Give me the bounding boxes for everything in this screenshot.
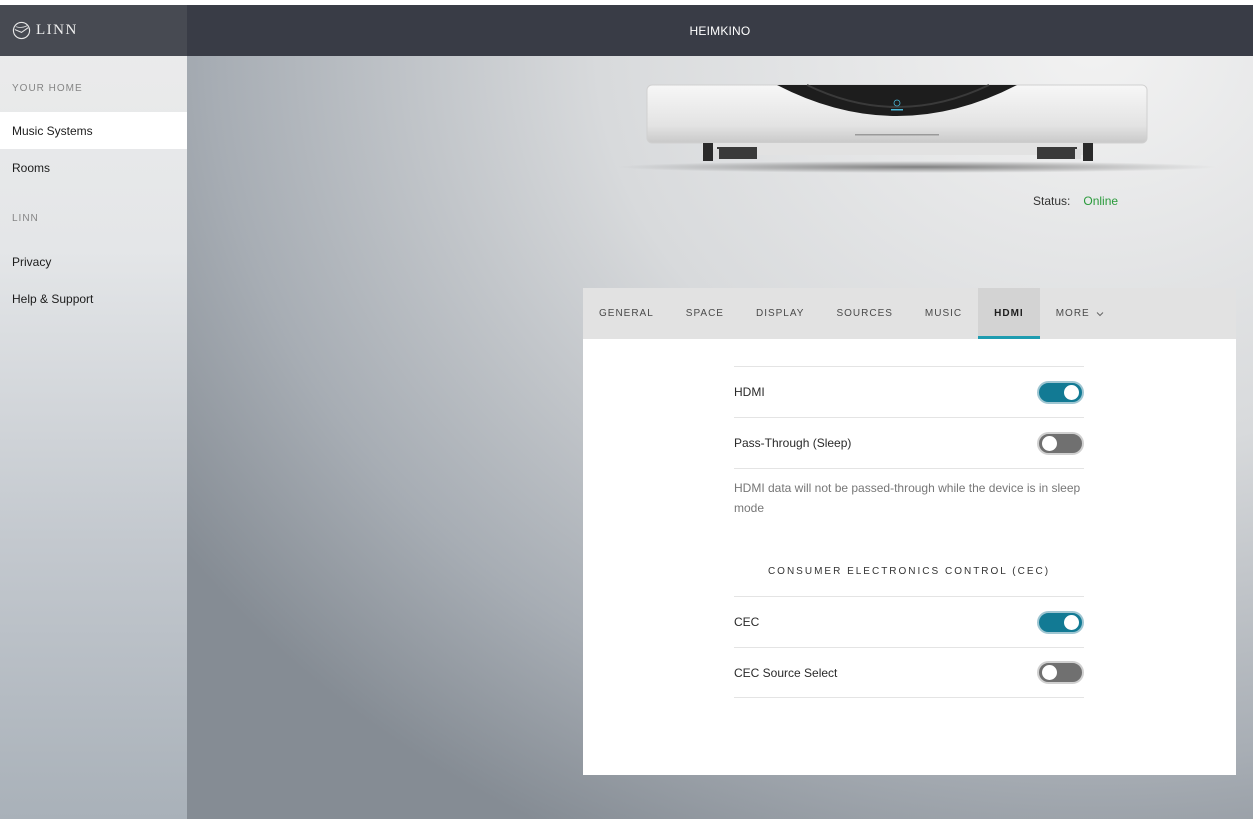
setting-row-hdmi: HDMI (734, 366, 1084, 417)
device-status: Status: Online (1033, 194, 1118, 208)
setting-row-passthrough: Pass-Through (Sleep) (734, 417, 1084, 468)
status-label: Status: (1033, 194, 1071, 208)
tab-sources[interactable]: SOURCES (820, 288, 908, 339)
sidebar-item-label: Rooms (12, 160, 51, 175)
tab-general[interactable]: GENERAL (583, 288, 670, 339)
hdmi-settings: HDMI Pass-Through (Sleep) HDMI data will… (734, 366, 1084, 698)
logo-text: LINN (36, 22, 78, 38)
tab-more[interactable]: MORE (1040, 288, 1120, 339)
cec-section-heading: CONSUMER ELECTRONICS CONTROL (CEC) (767, 566, 1051, 577)
cec-toggle[interactable] (1037, 610, 1084, 634)
tab-hdmi[interactable]: HDMI (978, 288, 1040, 339)
tab-label: MORE (1055, 308, 1090, 319)
tab-label: DISPLAY (755, 308, 805, 319)
sidebar-item-rooms[interactable]: Rooms (0, 149, 187, 186)
tab-label: MUSIC (924, 308, 963, 319)
sidebar-heading-linn: LINN (12, 213, 39, 224)
sidebar-item-label: Music Systems (12, 123, 93, 138)
sidebar-item-label: Privacy (12, 254, 52, 269)
sidebar-heading-your-home: YOUR HOME (12, 83, 83, 94)
tab-space[interactable]: SPACE (670, 288, 740, 339)
main-content: HEIMKINO Status: Online GENERAL SPACE DI… (187, 5, 1253, 819)
tab-label: SOURCES (836, 308, 893, 319)
setting-row-cec-source-select: CEC Source Select (734, 647, 1084, 698)
tab-label: HDMI (994, 308, 1024, 319)
passthrough-toggle[interactable] (1037, 431, 1084, 455)
header-bar: HEIMKINO (187, 5, 1253, 56)
setting-label: HDMI (734, 385, 765, 399)
setting-label: CEC Source Select (734, 665, 838, 680)
tab-label: GENERAL (599, 308, 654, 319)
setting-label: Pass-Through (Sleep) (734, 436, 852, 450)
device-image (617, 84, 1217, 173)
toggle-knob (1064, 614, 1079, 630)
sidebar-item-label: Help & Support (12, 291, 94, 306)
tab-label: SPACE (685, 308, 724, 319)
logo[interactable]: LINN (0, 5, 187, 56)
tab-music[interactable]: MUSIC (909, 288, 978, 339)
sidebar-item-help-support[interactable]: Help & Support (0, 280, 187, 317)
setting-label: CEC (734, 615, 760, 629)
chevron-down-icon (1096, 311, 1104, 316)
setting-row-cec: CEC (734, 596, 1084, 647)
sidebar-item-music-systems[interactable]: Music Systems (0, 112, 187, 149)
toggle-knob (1064, 384, 1079, 400)
linn-logo-icon (12, 21, 31, 40)
status-badge: Online (1083, 194, 1119, 208)
tab-display[interactable]: DISPLAY (740, 288, 821, 339)
toggle-knob (1042, 665, 1057, 680)
sidebar-item-privacy[interactable]: Privacy (0, 243, 187, 280)
passthrough-help-text: HDMI data will not be passed-through whi… (734, 468, 1084, 565)
app-window: LINN YOUR HOME Music Systems Rooms LINN … (0, 5, 1253, 819)
settings-panel: GENERAL SPACE DISPLAY SOURCES MUSIC HDMI… (583, 288, 1236, 775)
toggle-knob (1042, 435, 1057, 451)
settings-tabs: GENERAL SPACE DISPLAY SOURCES MUSIC HDMI… (583, 288, 1236, 339)
sidebar: LINN YOUR HOME Music Systems Rooms LINN … (0, 5, 187, 819)
page-title: HEIMKINO (689, 23, 751, 38)
hdmi-toggle[interactable] (1037, 380, 1084, 404)
cec-source-select-toggle[interactable] (1037, 661, 1084, 684)
